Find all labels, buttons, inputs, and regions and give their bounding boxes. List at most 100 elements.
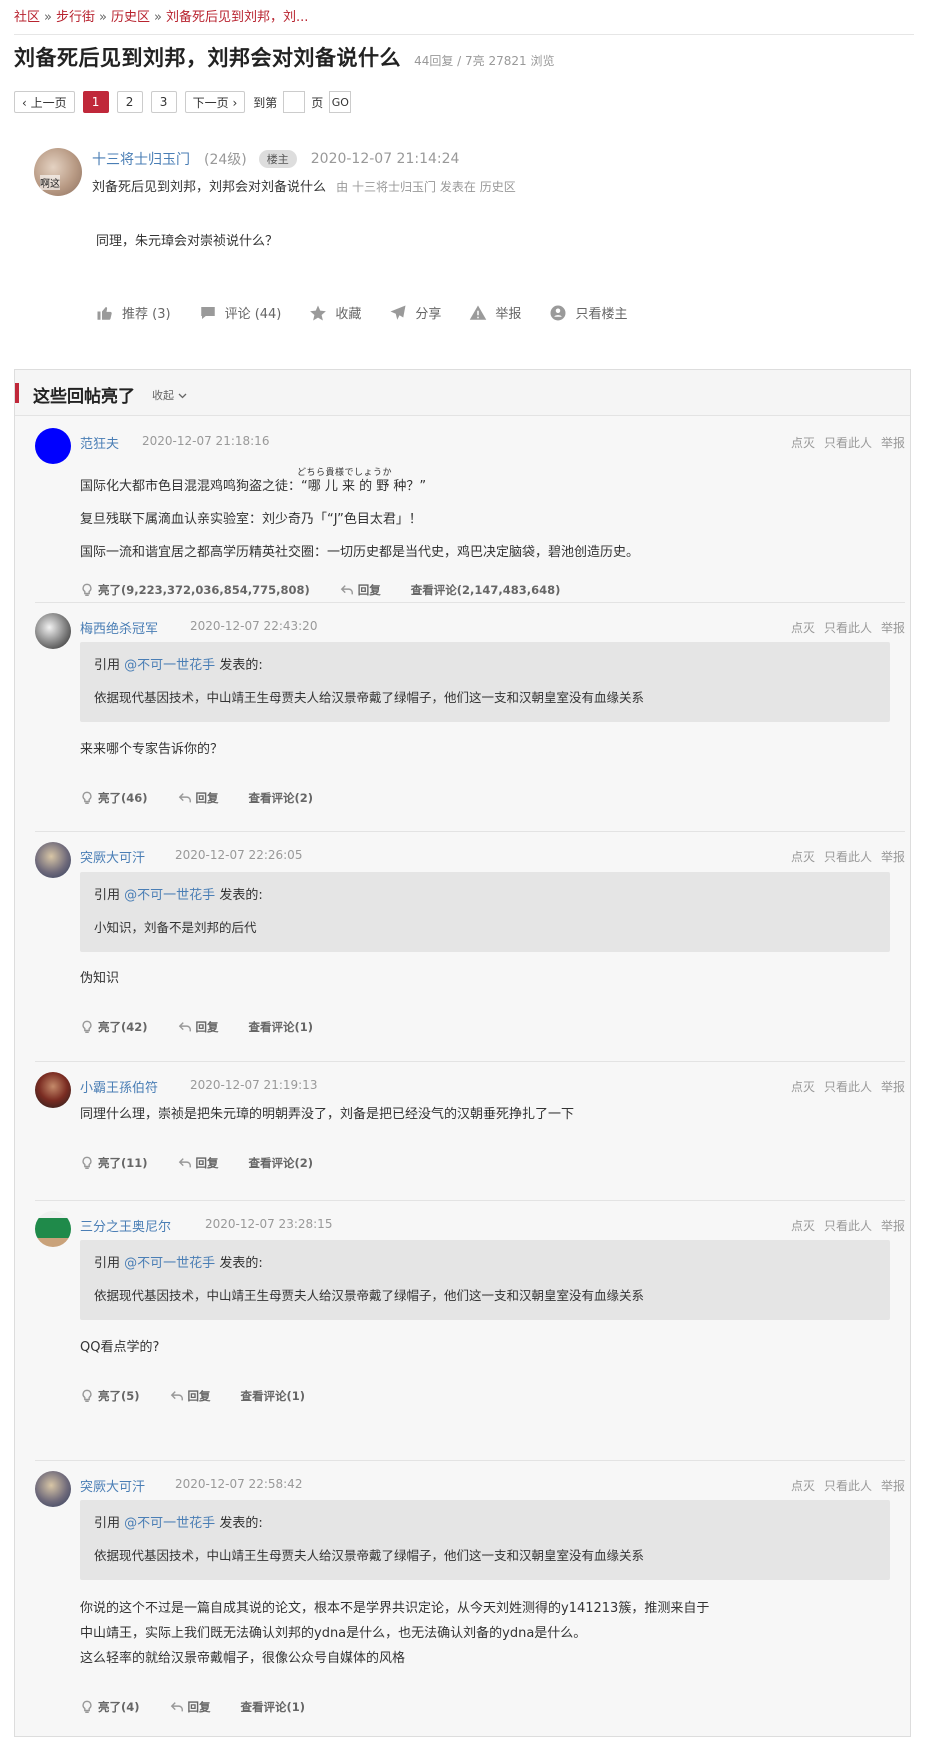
dislike-link[interactable]: 点灭 <box>791 436 815 450</box>
recommend-label: 推荐 (3) <box>122 307 171 322</box>
page-1-button[interactable]: 1 <box>82 91 109 113</box>
only-this-user-link[interactable]: 只看此人 <box>824 850 872 864</box>
only-this-user-link[interactable]: 只看此人 <box>824 1080 872 1094</box>
only-this-user-link[interactable]: 只看此人 <box>824 1479 872 1493</box>
quote-user-link[interactable]: @不可一世花手 <box>124 1516 215 1531</box>
view-comments-link[interactable]: 查看评论(2) <box>249 1155 314 1171</box>
quote-text: 小知识，刘备不是刘邦的后代 <box>94 920 257 935</box>
reply-line: 中山靖王，实际上我们既无法确认刘邦的ydna是什么，也无法确认刘备的ydna是什… <box>80 1626 587 1641</box>
favorite-button[interactable]: 收藏 <box>309 303 361 322</box>
reply-button[interactable]: 回复 <box>178 1155 219 1171</box>
quote-user-link[interactable]: @不可一世花手 <box>124 888 215 903</box>
reply-time: 2020-12-07 22:43:20 <box>190 619 318 633</box>
comments-count: 查看评论(1) <box>248 1020 314 1034</box>
reply-arrow-icon <box>170 1702 183 1712</box>
dislike-link[interactable]: 点灭 <box>791 1479 815 1493</box>
only-this-user-link[interactable]: 只看此人 <box>824 621 872 635</box>
light-button[interactable]: 亮了(11) <box>80 1155 148 1171</box>
view-comments-link[interactable]: 查看评论(1) <box>241 1699 306 1715</box>
share-button[interactable]: 分享 <box>389 303 441 322</box>
light-button[interactable]: 亮了(46) <box>80 790 148 806</box>
op-avatar[interactable]: 啊这 <box>34 148 82 196</box>
reply-avatar[interactable] <box>35 613 71 649</box>
divider <box>14 34 914 35</box>
op-by-author[interactable]: 十三将士归玉门 <box>352 180 436 194</box>
reply-avatar[interactable] <box>35 842 71 878</box>
reply-time: 2020-12-07 23:28:15 <box>205 1217 333 1231</box>
page-3-button[interactable]: 3 <box>150 91 177 113</box>
reply-label: 回复 <box>357 583 381 597</box>
reply-avatar[interactable] <box>35 428 71 464</box>
page-2-button[interactable]: 2 <box>116 91 143 113</box>
reply-author-link[interactable]: 突厥大可汗 <box>80 1476 145 1495</box>
reply-button[interactable]: 回复 <box>178 1019 219 1035</box>
dislike-link[interactable]: 点灭 <box>791 850 815 864</box>
reply-avatar[interactable] <box>35 1072 71 1108</box>
light-button[interactable]: 亮了(4) <box>80 1699 140 1715</box>
only-op-button[interactable]: 只看楼主 <box>549 303 627 322</box>
reply-author-link[interactable]: 三分之王奥尼尔 <box>80 1216 171 1235</box>
breadcrumb-item-current[interactable]: 刘备死后见到刘邦，刘... <box>166 10 308 25</box>
op-author-link[interactable]: 十三将士归玉门 <box>92 149 190 169</box>
view-comments-link[interactable]: 查看评论(1) <box>241 1388 306 1404</box>
reply-line: QQ看点学的? <box>80 1340 160 1355</box>
breadcrumb-separator: » <box>44 10 52 25</box>
reply-author-link[interactable]: 梅西绝杀冠军 <box>80 618 158 637</box>
dislike-link[interactable]: 点灭 <box>791 1219 815 1233</box>
post-stats: 44回复 / 7亮 27821 浏览 <box>414 54 555 68</box>
quote-block: 引用 @不可一世花手 发表的: 依据现代基因技术，中山靖王生母贾夫人给汉景帝戴了… <box>80 1240 890 1320</box>
view-comments-link[interactable]: 查看评论(2,147,483,648) <box>411 582 561 598</box>
view-comments-link[interactable]: 查看评论(1) <box>249 1019 314 1035</box>
light-button[interactable]: 亮了(5) <box>80 1388 140 1404</box>
light-button[interactable]: 亮了(9,223,372,036,854,775,808) <box>80 582 310 598</box>
go-button[interactable]: GO <box>329 91 352 113</box>
report-link[interactable]: 举报 <box>881 1479 905 1493</box>
reply-author-link[interactable]: 突厥大可汗 <box>80 847 145 866</box>
reply-button[interactable]: 回复 <box>340 582 381 598</box>
reply-button[interactable]: 回复 <box>170 1699 211 1715</box>
reply-line: 同理什么理，崇祯是把朱元璋的明朝弄没了，刘备是把已经没气的汉朝垂死挣扎了一下 <box>80 1107 575 1122</box>
reply-button[interactable]: 回复 <box>178 790 219 806</box>
report-link[interactable]: 举报 <box>881 1219 905 1233</box>
lightbulb-icon <box>82 1700 92 1713</box>
light-button[interactable]: 亮了(42) <box>80 1019 148 1035</box>
quote-block: 引用 @不可一世花手 发表的: 依据现代基因技术，中山靖王生母贾夫人给汉景帝戴了… <box>80 1500 890 1580</box>
quote-user-link[interactable]: @不可一世花手 <box>124 658 215 673</box>
light-count: 亮了(5) <box>98 1389 140 1403</box>
reply-line: 复旦残联下属滴血认亲实验室：刘少奇乃「“J”色目太君」！ <box>80 512 422 527</box>
divider <box>35 602 905 603</box>
report-link[interactable]: 举报 <box>881 436 905 450</box>
dislike-link[interactable]: 点灭 <box>791 621 815 635</box>
report-button[interactable]: 举报 <box>469 303 521 322</box>
reply-author-link[interactable]: 范狂夫 <box>80 433 119 452</box>
only-this-user-link[interactable]: 只看此人 <box>824 1219 872 1233</box>
report-link[interactable]: 举报 <box>881 850 905 864</box>
collapse-toggle[interactable]: 收起 <box>152 387 187 403</box>
quote-user-link[interactable]: @不可一世花手 <box>124 1256 215 1271</box>
report-link[interactable]: 举报 <box>881 1080 905 1094</box>
breadcrumb-item-history[interactable]: 历史区 <box>111 10 150 25</box>
breadcrumb-item-street[interactable]: 步行街 <box>56 10 95 25</box>
prev-page-button[interactable]: ‹ 上一页 <box>14 91 75 113</box>
reply-line: 国际一流和谐宜居之都高学历精英社交圈：一切历史都是当代史，鸡巴决定脑袋，碧池创造… <box>80 545 640 560</box>
dislike-link[interactable]: 点灭 <box>791 1080 815 1094</box>
comment-button[interactable]: 评论 (44) <box>199 303 281 322</box>
breadcrumb-separator: » <box>153 10 162 25</box>
breadcrumb-item-community[interactable]: 社区 <box>14 10 40 25</box>
comment-icon <box>200 306 215 319</box>
reply-options: 点灭 只看此人 举报 <box>782 848 905 865</box>
thumbs-up-icon <box>97 306 112 320</box>
view-comments-link[interactable]: 查看评论(2) <box>249 790 314 806</box>
goto-page-input[interactable] <box>283 91 306 113</box>
reply-avatar[interactable] <box>35 1211 71 1247</box>
reply-button[interactable]: 回复 <box>170 1388 211 1404</box>
only-this-user-link[interactable]: 只看此人 <box>824 436 872 450</box>
light-count: 亮了(11) <box>98 1156 148 1170</box>
op-by-section[interactable]: 历史区 <box>480 180 516 194</box>
next-page-button[interactable]: 下一页 › <box>184 91 246 113</box>
recommend-button[interactable]: 推荐 (3) <box>96 303 171 322</box>
reply-author-link[interactable]: 小霸王孫伯符 <box>80 1077 158 1096</box>
pagination: ‹ 上一页 1 2 3 下一页 › 到第 页 GO <box>14 90 352 114</box>
report-link[interactable]: 举报 <box>881 621 905 635</box>
reply-avatar[interactable] <box>35 1471 71 1507</box>
